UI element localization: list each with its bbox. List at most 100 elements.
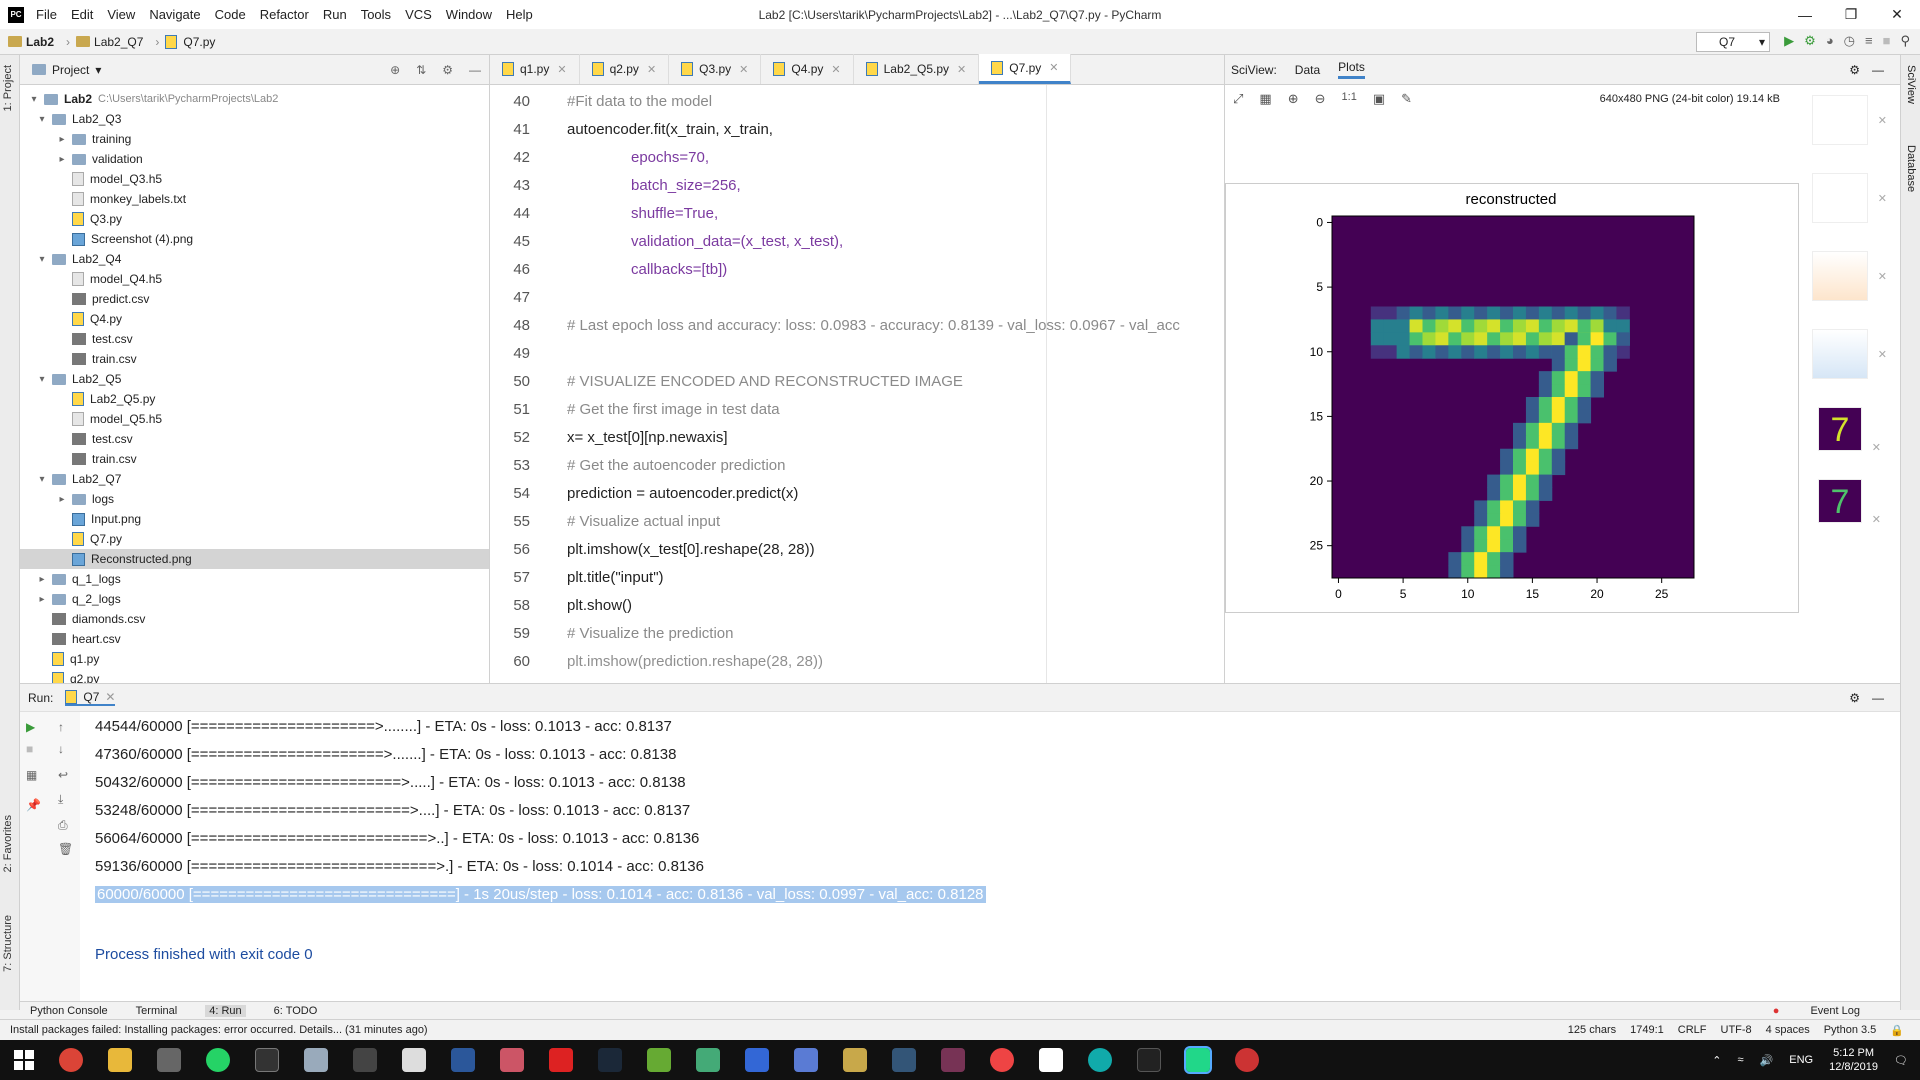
- hide-icon[interactable]: —: [469, 63, 481, 77]
- word-icon[interactable]: [451, 1048, 475, 1072]
- pycharm-taskbar-icon[interactable]: [1184, 1046, 1212, 1074]
- powershell-icon[interactable]: [745, 1048, 769, 1072]
- project-view-select[interactable]: Project: [52, 63, 89, 77]
- close-icon[interactable]: ✕: [1878, 348, 1887, 361]
- close-icon[interactable]: ✕: [1872, 426, 1881, 470]
- actual-size-button[interactable]: 1:1: [1342, 91, 1357, 107]
- chevron-right-icon[interactable]: ▸: [36, 574, 48, 585]
- trash-icon[interactable]: 🗑: [58, 842, 73, 856]
- menu-window[interactable]: Window: [446, 7, 492, 22]
- chevron-down-icon[interactable]: ▾: [36, 474, 48, 485]
- close-tab-icon[interactable]: ✕: [647, 63, 656, 76]
- tool-tab-python-console[interactable]: Python Console: [30, 1005, 108, 1017]
- hide-icon[interactable]: —: [1872, 63, 1884, 77]
- close-tab-icon[interactable]: ✕: [557, 63, 566, 76]
- tree-node[interactable]: test.csv: [56, 329, 133, 349]
- app-icon[interactable]: [892, 1048, 916, 1072]
- tree-node[interactable]: train.csv: [56, 449, 137, 469]
- close-icon[interactable]: ✕: [1878, 192, 1887, 205]
- hide-icon[interactable]: —: [1872, 691, 1884, 705]
- tool-tab-terminal[interactable]: Terminal: [136, 1005, 178, 1017]
- tree-node-root[interactable]: ▾ Lab2 C:\Users\tarik\PycharmProjects\La…: [28, 89, 278, 109]
- tree-node[interactable]: q1.py: [36, 649, 99, 669]
- lock-icon[interactable]: 🔒: [1890, 1024, 1904, 1037]
- app-icon[interactable]: [1088, 1048, 1112, 1072]
- interpreter[interactable]: Python 3.5: [1824, 1024, 1877, 1037]
- tree-node[interactable]: train.csv: [56, 349, 137, 369]
- tab-q4-py[interactable]: Q4.py ✕: [761, 54, 854, 84]
- menu-edit[interactable]: Edit: [71, 7, 93, 22]
- run-configuration-select[interactable]: Q7 ▾: [1696, 32, 1770, 52]
- plot-thumbnail[interactable]: ✕: [1812, 251, 1887, 301]
- chevron-down-icon[interactable]: ▾: [36, 114, 48, 125]
- chrome-icon[interactable]: [59, 1048, 83, 1072]
- menu-refactor[interactable]: Refactor: [260, 7, 309, 22]
- debug-icon[interactable]: ⚙: [1804, 33, 1816, 49]
- tree-node[interactable]: ▸ q_2_logs: [36, 589, 120, 609]
- tab-q7-py[interactable]: Q7.py ✕: [979, 54, 1072, 84]
- chevron-right-icon[interactable]: ▸: [56, 154, 68, 165]
- zoom-in-icon[interactable]: ⊕: [1288, 91, 1299, 107]
- menu-run[interactable]: Run: [323, 7, 347, 22]
- rerun-icon[interactable]: ▶: [26, 720, 35, 734]
- plot-thumbnail[interactable]: ✕: [1812, 173, 1887, 223]
- menu-code[interactable]: Code: [215, 7, 246, 22]
- app-icon[interactable]: [647, 1048, 671, 1072]
- code-line[interactable]: 50 # VISUALIZE ENCODED AND RECONSTRUCTED …: [490, 367, 1225, 395]
- tree-node[interactable]: ▾ Lab2_Q4: [36, 249, 121, 269]
- tree-node[interactable]: ▸ logs: [56, 489, 114, 509]
- whatsapp-icon[interactable]: [206, 1048, 230, 1072]
- close-icon[interactable]: ✕: [1878, 114, 1887, 127]
- volume-icon[interactable]: 🔊: [1760, 1054, 1774, 1067]
- itunes-icon[interactable]: [500, 1048, 524, 1072]
- event-log-button[interactable]: ● Event Log: [1773, 1005, 1888, 1017]
- chevron-down-icon[interactable]: ▾: [36, 254, 48, 265]
- tree-node[interactable]: model_Q4.h5: [56, 269, 162, 289]
- chevron-right-icon[interactable]: ▸: [36, 594, 48, 605]
- tree-node[interactable]: model_Q3.h5: [56, 169, 162, 189]
- locate-icon[interactable]: ⊕: [390, 63, 400, 77]
- image-icon[interactable]: ▣: [1373, 91, 1385, 107]
- run-tab-q7[interactable]: Q7 ✕: [65, 689, 116, 706]
- code-line[interactable]: 44 shuffle=True,: [490, 199, 1225, 227]
- chevron-up-icon[interactable]: ⌃: [1712, 1054, 1721, 1067]
- profile-icon[interactable]: ◷: [1844, 33, 1855, 49]
- coverage-icon[interactable]: ◕: [1826, 33, 1834, 49]
- code-line[interactable]: 41 autoencoder.fit(x_train, x_train,: [490, 115, 1225, 143]
- close-tab-icon[interactable]: ✕: [739, 63, 748, 76]
- code-line[interactable]: 49: [490, 339, 1225, 367]
- close-tab-icon[interactable]: ✕: [831, 63, 840, 76]
- terminal-icon[interactable]: [255, 1048, 279, 1072]
- tree-node[interactable]: q2.py: [36, 669, 99, 683]
- tree-node[interactable]: monkey_labels.txt: [56, 189, 186, 209]
- windows-start-icon[interactable]: [14, 1050, 34, 1070]
- code-line[interactable]: 43 batch_size=256,: [490, 171, 1225, 199]
- search-icon[interactable]: ⚲: [1900, 33, 1910, 49]
- code-line[interactable]: 55 # Visualize actual input: [490, 507, 1225, 535]
- app-icon[interactable]: [843, 1048, 867, 1072]
- stop-icon[interactable]: ■: [26, 742, 33, 756]
- gear-icon[interactable]: ⚙: [442, 63, 453, 77]
- tree-node[interactable]: ▾ Lab2_Q3: [36, 109, 121, 129]
- tool-tab-database[interactable]: Database: [1905, 145, 1917, 192]
- indent-setting[interactable]: 4 spaces: [1766, 1024, 1810, 1037]
- code-line[interactable]: 58 plt.show(): [490, 591, 1225, 619]
- breadcrumb-lab2[interactable]: Lab2: [8, 35, 54, 49]
- tree-node[interactable]: ▾ Lab2_Q5: [36, 369, 121, 389]
- code-line[interactable]: 59 # Visualize the prediction: [490, 619, 1225, 647]
- code-line[interactable]: 45 validation_data=(x_test, x_test),: [490, 227, 1225, 255]
- tree-node[interactable]: ▸ validation: [56, 149, 142, 169]
- close-icon[interactable]: ✕: [1874, 0, 1920, 29]
- wifi-icon[interactable]: ≈: [1738, 1054, 1744, 1066]
- file-explorer-icon[interactable]: [108, 1048, 132, 1072]
- gear-icon[interactable]: ⚙: [1849, 63, 1860, 77]
- menu-view[interactable]: View: [107, 7, 135, 22]
- tool-tab-structure[interactable]: 7: Structure: [2, 915, 14, 972]
- code-line[interactable]: 46 callbacks=[tb]): [490, 255, 1225, 283]
- fit-icon[interactable]: ⤢: [1233, 91, 1243, 107]
- concurrency-icon[interactable]: ≡: [1865, 33, 1873, 49]
- tree-node[interactable]: Q4.py: [56, 309, 122, 329]
- arrow-up-icon[interactable]: ↑: [58, 720, 64, 734]
- code-line[interactable]: 48 # Last epoch loss and accuracy: loss: …: [490, 311, 1225, 339]
- calculator-icon[interactable]: [402, 1048, 426, 1072]
